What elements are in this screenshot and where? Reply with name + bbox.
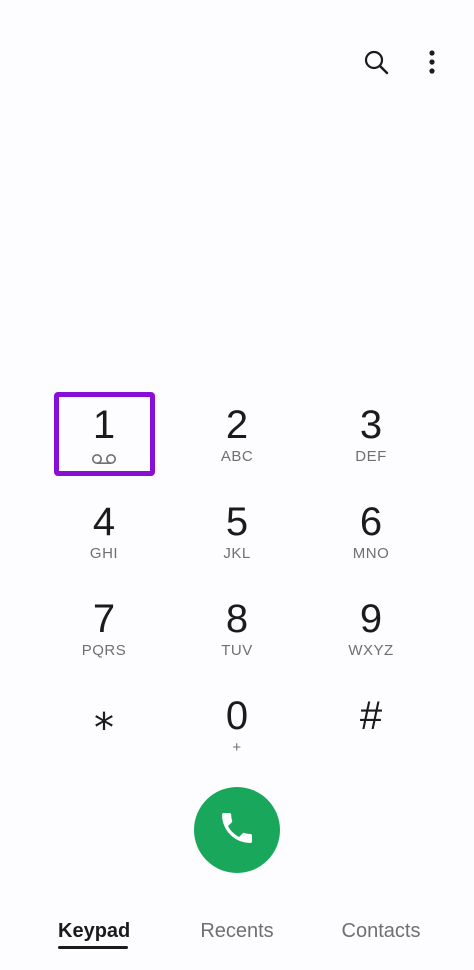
- search-icon[interactable]: [358, 44, 394, 80]
- key-hash[interactable]: #: [319, 679, 423, 767]
- key-digit: ⁎: [94, 694, 114, 738]
- key-digit: 1: [92, 403, 116, 447]
- key-7[interactable]: 7 PQRS: [52, 582, 156, 670]
- key-digit: 3: [359, 403, 383, 447]
- key-letters: JKL: [223, 545, 251, 562]
- top-actions: [358, 44, 450, 80]
- key-digit: 5: [225, 500, 249, 544]
- tab-recents[interactable]: Recents: [196, 914, 278, 948]
- key-letters: GHI: [89, 545, 119, 562]
- tab-keypad[interactable]: Keypad: [58, 914, 130, 948]
- key-digit: 6: [359, 500, 383, 544]
- key-star[interactable]: ⁎: [52, 679, 156, 767]
- active-tab-indicator: [58, 946, 128, 949]
- voicemail-icon: [91, 450, 117, 468]
- key-3[interactable]: 3 DEF: [319, 388, 423, 476]
- key-digit: 7: [92, 597, 116, 641]
- bottom-tabs: Keypad Recents Contacts: [0, 914, 474, 958]
- key-digit: 8: [225, 597, 249, 641]
- key-6[interactable]: 6 MNO: [319, 485, 423, 573]
- key-letters: WXYZ: [348, 642, 394, 659]
- key-4[interactable]: 4 GHI: [52, 485, 156, 573]
- key-digit: #: [359, 694, 383, 738]
- key-8[interactable]: 8 TUV: [185, 582, 289, 670]
- key-1[interactable]: 1: [52, 388, 156, 476]
- key-0[interactable]: 0 +: [185, 679, 289, 767]
- tab-contacts[interactable]: Contacts: [336, 914, 426, 948]
- key-letters: PQRS: [81, 642, 127, 659]
- key-9[interactable]: 9 WXYZ: [319, 582, 423, 670]
- key-letters: +: [232, 739, 242, 756]
- key-letters: ABC: [220, 448, 254, 465]
- key-letters: MNO: [352, 545, 390, 562]
- key-digit: 0: [225, 694, 249, 738]
- key-letters: DEF: [355, 448, 387, 465]
- key-letters: TUV: [221, 642, 253, 659]
- key-digit: 9: [359, 597, 383, 641]
- phone-icon: [217, 808, 257, 853]
- key-digit: 4: [92, 500, 116, 544]
- key-2[interactable]: 2 ABC: [185, 388, 289, 476]
- call-button[interactable]: [194, 787, 280, 873]
- key-digit: 2: [225, 403, 249, 447]
- key-5[interactable]: 5 JKL: [185, 485, 289, 573]
- more-vertical-icon[interactable]: [414, 44, 450, 80]
